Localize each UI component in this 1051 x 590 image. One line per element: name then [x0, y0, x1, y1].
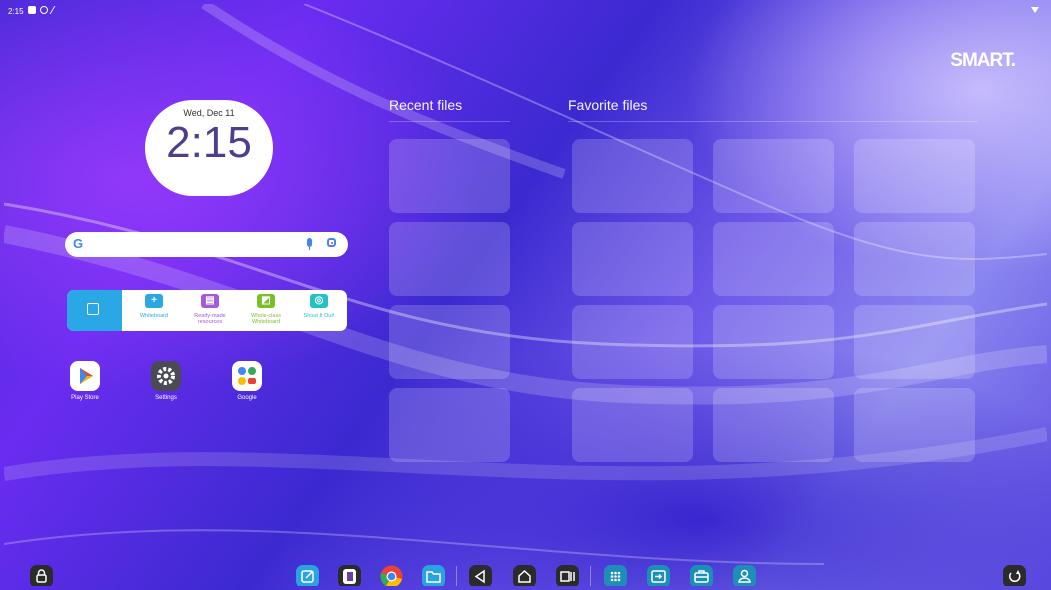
- recent-files-title: Recent files: [389, 97, 463, 113]
- user-icon: [738, 569, 751, 583]
- refresh-icon: [1009, 570, 1021, 582]
- app-label: Google: [237, 395, 257, 401]
- dock-files-button[interactable]: [422, 565, 445, 586]
- app-drawer-button[interactable]: [604, 565, 627, 586]
- app-settings[interactable]: Settings: [136, 361, 196, 401]
- status-time: 2:15: [8, 7, 24, 16]
- lock-button[interactable]: [30, 565, 53, 586]
- input-icon: [651, 570, 666, 583]
- whole-class-whiteboard-label: Whole-class Whiteboard: [251, 313, 281, 325]
- back-button[interactable]: [469, 565, 492, 586]
- whiteboard-button[interactable]: + Whiteboard: [126, 294, 182, 319]
- whiteboard-icon: +: [145, 294, 163, 308]
- google-search-bar[interactable]: G: [65, 232, 348, 257]
- mute-icon: [49, 6, 64, 14]
- microphone-icon[interactable]: [307, 238, 312, 250]
- whole-class-whiteboard-button[interactable]: ◩ Whole-class Whiteboard: [238, 294, 294, 325]
- favorite-files-divider: [568, 121, 978, 122]
- status-bar: 2:15: [4, 4, 1047, 20]
- favorite-files-title: Favorite files: [568, 97, 648, 113]
- refresh-button[interactable]: [1003, 565, 1026, 586]
- shout-it-out-label: Shout It Out!: [303, 313, 335, 319]
- dock-separator: [590, 566, 591, 586]
- grid-icon: [610, 571, 621, 582]
- settings-status-icon: [40, 6, 48, 14]
- lock-icon: [36, 569, 47, 583]
- smart-notes-button[interactable]: [67, 290, 122, 331]
- dock-notes-button[interactable]: [296, 565, 319, 586]
- whole-class-icon: ◩: [257, 294, 275, 308]
- favorite-file-slot[interactable]: [572, 222, 693, 296]
- recent-files-divider: [389, 121, 510, 122]
- recent-file-slot[interactable]: [389, 305, 510, 379]
- smart-logo: SMART.: [950, 50, 1016, 71]
- recent-file-slot[interactable]: [389, 388, 510, 462]
- favorite-file-slot[interactable]: [854, 139, 975, 213]
- clock-widget[interactable]: Wed, Dec 11 2:15: [145, 100, 273, 196]
- notification-icon: [28, 6, 36, 14]
- favorite-file-slot[interactable]: [854, 222, 975, 296]
- settings-icon: [151, 361, 181, 391]
- smart-widget: + Whiteboard ▤ Ready-made resources ◩ Wh…: [67, 290, 347, 331]
- recents-button[interactable]: [556, 565, 579, 586]
- whiteboard-label: Whiteboard: [139, 313, 169, 319]
- dock-chrome-button[interactable]: [380, 565, 403, 586]
- wifi-icon: [1031, 7, 1039, 13]
- recent-file-slot[interactable]: [389, 139, 510, 213]
- favorite-file-slot[interactable]: [713, 305, 834, 379]
- dock-separator: [456, 566, 457, 586]
- recents-icon: [560, 571, 575, 582]
- pen-square-icon: [301, 570, 314, 583]
- google-logo-icon: G: [73, 236, 84, 251]
- ready-made-resources-button[interactable]: ▤ Ready-made resources: [182, 294, 238, 325]
- favorite-file-slot[interactable]: [854, 388, 975, 462]
- app-google-folder[interactable]: Google: [217, 361, 277, 401]
- home-icon: [518, 569, 531, 583]
- lens-icon[interactable]: [327, 238, 336, 247]
- google-folder-icon: [232, 361, 262, 391]
- toolbox-button[interactable]: [690, 565, 713, 586]
- shout-it-out-button[interactable]: ◎ Shout It Out!: [291, 294, 347, 319]
- recent-file-slot[interactable]: [389, 222, 510, 296]
- chrome-icon: [380, 565, 403, 586]
- clock-time: 2:15: [166, 118, 252, 167]
- notebook-icon: [343, 569, 356, 584]
- resources-icon: ▤: [201, 294, 219, 308]
- favorite-file-slot[interactable]: [572, 388, 693, 462]
- favorite-file-slot[interactable]: [572, 305, 693, 379]
- toolbox-icon: [694, 570, 709, 583]
- back-icon: [474, 569, 485, 584]
- account-button[interactable]: [733, 565, 756, 586]
- dock-notebook-button[interactable]: [338, 565, 361, 586]
- app-play-store[interactable]: Play Store: [55, 361, 115, 401]
- clock-date: Wed, Dec 11: [183, 108, 235, 118]
- play-store-icon: [70, 361, 100, 391]
- shout-it-out-icon: ◎: [310, 294, 328, 308]
- favorite-file-slot[interactable]: [713, 388, 834, 462]
- input-source-button[interactable]: [647, 565, 670, 586]
- favorite-file-slot[interactable]: [713, 139, 834, 213]
- favorite-file-slot[interactable]: [854, 305, 975, 379]
- app-label: Settings: [155, 395, 177, 401]
- pen-square-icon: [87, 303, 99, 315]
- home-button[interactable]: [513, 565, 536, 586]
- app-label: Play Store: [71, 395, 99, 401]
- home-screen: 2:15 SMART. Wed, Dec 11 2:15 G + Whitebo…: [4, 4, 1047, 586]
- favorite-file-slot[interactable]: [572, 139, 693, 213]
- favorite-file-slot[interactable]: [713, 222, 834, 296]
- folder-icon: [426, 571, 441, 583]
- ready-made-resources-label: Ready-made resources: [194, 313, 226, 325]
